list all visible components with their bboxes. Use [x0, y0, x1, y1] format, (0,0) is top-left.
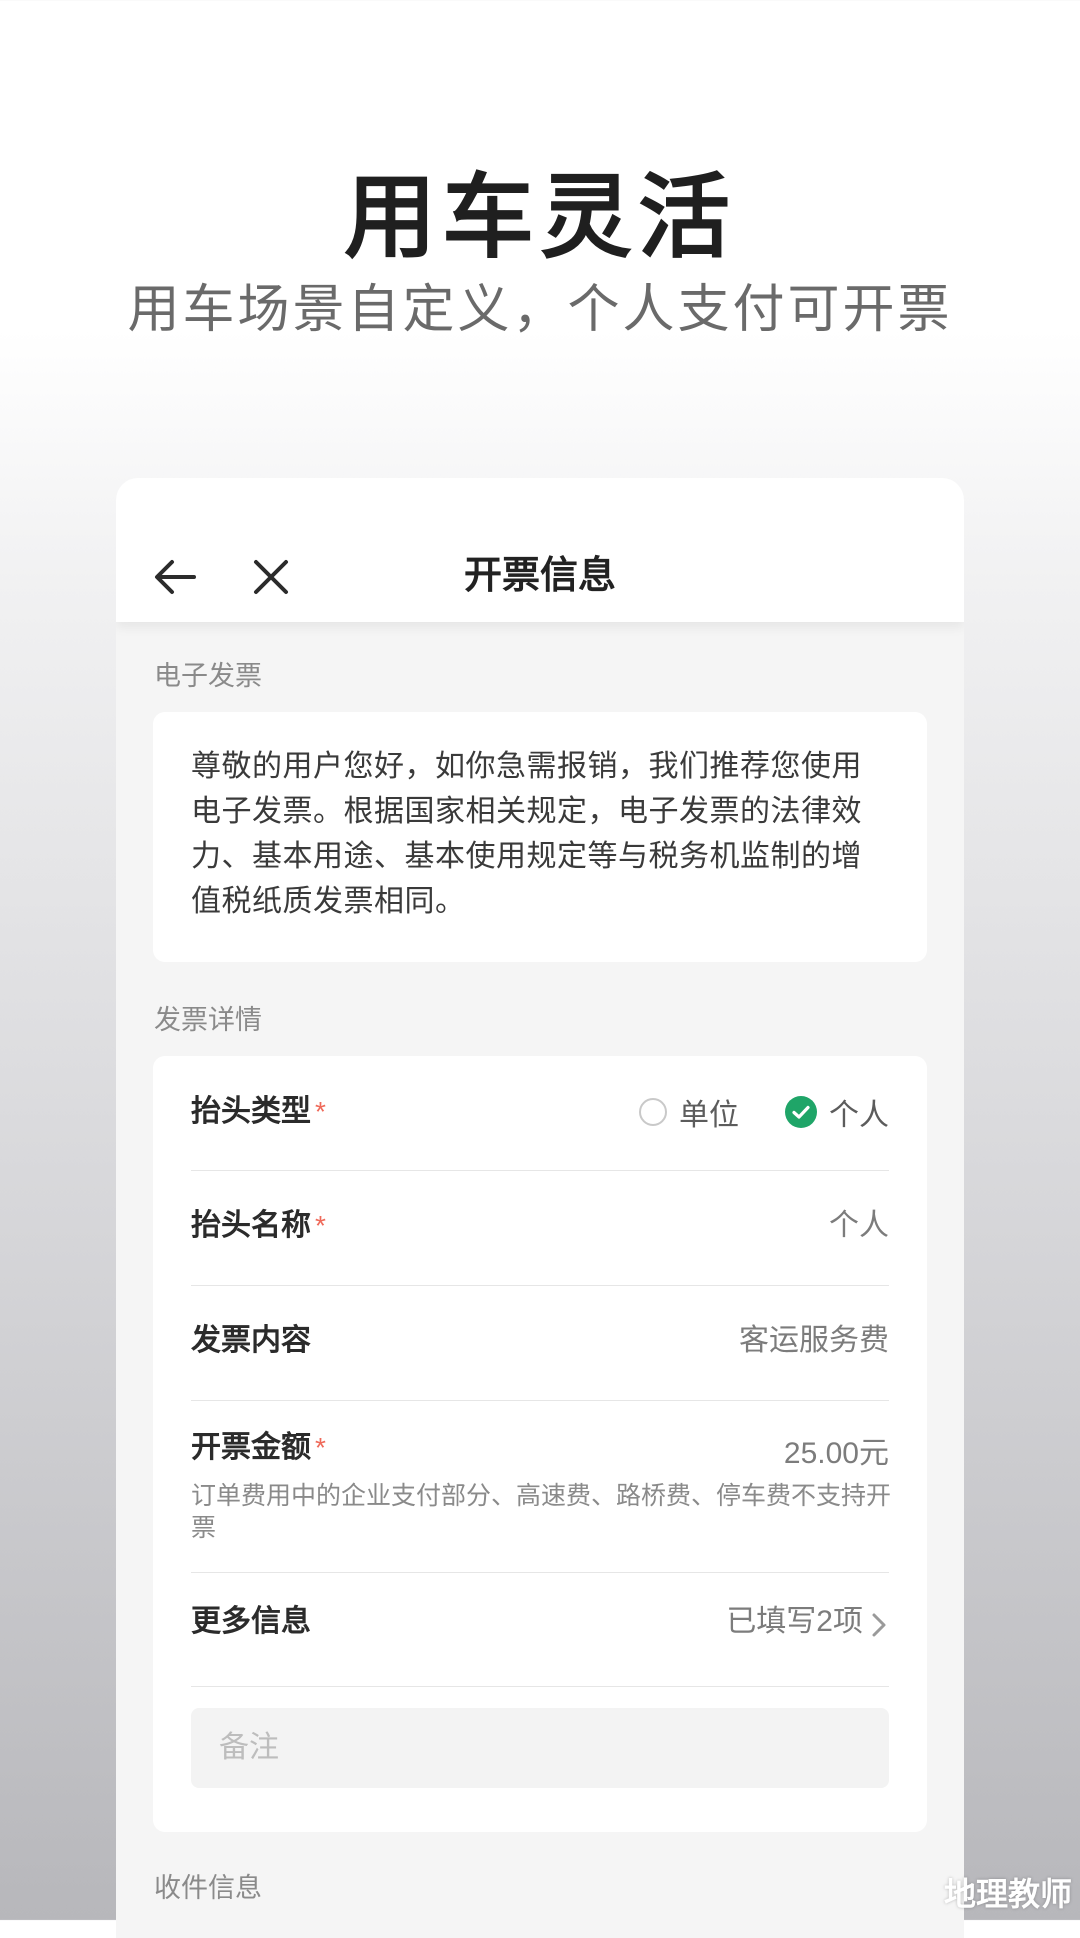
header-name-value[interactable]: 个人	[829, 1204, 889, 1248]
navbar: 开票信息	[116, 478, 964, 622]
promo-subtitle: 用车场景自定义，个人支付可开票	[127, 281, 953, 339]
required-mark: *	[315, 1096, 326, 1127]
header-type-label: 抬头类型 *	[191, 1095, 326, 1128]
invoice-details-card: 抬头类型 * 单位 个人 抬头名称 * 个人 发票内容 客运服务费 开票金额 *…	[153, 1056, 927, 1832]
invoice-amount-note: 订单费用中的企业支付部分、高速费、路桥费、停车费不支持开票	[191, 1482, 892, 1542]
promo-title: 用车灵活	[343, 167, 736, 269]
phone-screen: 开票信息 电子发票 尊敬的用户您好，如你急需报销，我们推荐您使用电子发票。根据国…	[116, 478, 964, 1938]
invoice-amount-row: 开票金额 * 25.00元	[191, 1426, 889, 1470]
more-info-value-group[interactable]: 已填写2项	[726, 1600, 889, 1644]
section-label-electronic-invoice: 电子发票	[154, 661, 262, 691]
radio-option-company[interactable]: 单位	[639, 1090, 739, 1134]
divider	[191, 1400, 889, 1401]
remark-placeholder: 备注	[219, 1731, 279, 1764]
invoice-amount-label: 开票金额 *	[191, 1431, 326, 1464]
watermark: 地理教师	[943, 1875, 1072, 1913]
invoice-content-label: 发票内容	[191, 1324, 311, 1357]
section-label-invoice-details: 发票详情	[154, 1005, 262, 1035]
radio-label-company: 单位	[679, 1099, 739, 1132]
invoice-content-value: 客运服务费	[739, 1324, 889, 1357]
required-mark: *	[315, 1210, 326, 1241]
chevron-right-icon	[869, 1608, 889, 1637]
more-info-row[interactable]: 更多信息 已填写2项	[191, 1600, 889, 1644]
section-label-shipping: 收件信息	[154, 1873, 262, 1903]
check-circle-icon	[785, 1096, 817, 1128]
radio-label-personal: 个人	[829, 1099, 889, 1132]
more-info-label: 更多信息	[191, 1605, 311, 1638]
radio-unchecked-icon	[639, 1098, 667, 1126]
divider	[191, 1285, 889, 1286]
divider	[191, 1686, 889, 1687]
invoice-content-row: 发票内容 客运服务费	[191, 1319, 889, 1363]
divider	[191, 1572, 889, 1573]
remark-input[interactable]: 备注	[191, 1708, 889, 1788]
header-name-row[interactable]: 抬头名称 * 个人	[191, 1204, 889, 1248]
radio-option-personal[interactable]: 个人	[785, 1090, 889, 1134]
invoice-amount-value: 25.00元	[783, 1437, 889, 1470]
page-title: 开票信息	[463, 555, 616, 597]
divider	[191, 1170, 889, 1171]
notice-text: 尊敬的用户您好，如你急需报销，我们推荐您使用电子发票。根据国家相关规定，电子发票…	[191, 750, 862, 918]
notice-card: 尊敬的用户您好，如你急需报销，我们推荐您使用电子发票。根据国家相关规定，电子发票…	[153, 712, 927, 962]
more-info-value: 已填写2项	[726, 1605, 863, 1638]
header-type-row: 抬头类型 * 单位 个人	[191, 1090, 889, 1134]
header-name-label: 抬头名称 *	[191, 1209, 326, 1242]
required-mark: *	[315, 1432, 326, 1463]
